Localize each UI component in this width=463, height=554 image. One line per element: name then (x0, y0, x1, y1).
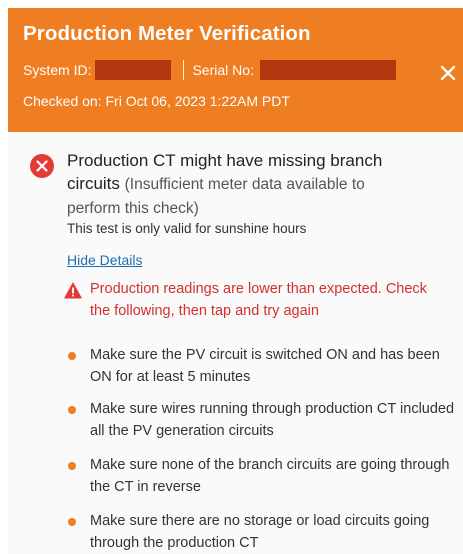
step-text: Make sure the PV circuit is switched ON … (90, 347, 440, 385)
bullet-dot (68, 406, 76, 414)
bullet-dot (68, 462, 76, 470)
step-text: Make sure none of the branch circuits ar… (90, 457, 450, 495)
step-text: Make sure there are no storage or load c… (90, 513, 430, 551)
bullet-dot (68, 518, 76, 526)
verification-panel: Production Meter Verification System ID:… (8, 8, 463, 554)
steps-list: Make sure the PV circuit is switched ON … (8, 8, 463, 554)
step-text: Make sure wires running through producti… (90, 401, 455, 439)
bullet-dot (68, 352, 76, 360)
